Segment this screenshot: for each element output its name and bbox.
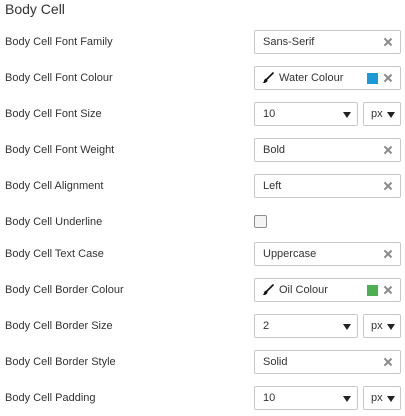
row-border-colour: Body Cell Border Colour Oil Colour — [0, 278, 405, 302]
caret-down-icon — [387, 112, 395, 118]
row-font-weight: Body Cell Font Weight Bold — [0, 138, 405, 162]
font-colour-value: Water Colour — [279, 72, 344, 84]
row-underline: Body Cell Underline — [0, 210, 405, 234]
text-case-label: Body Cell Text Case — [5, 248, 104, 260]
clear-x-icon[interactable] — [382, 355, 394, 369]
padding-value: 10 — [263, 392, 276, 404]
caret-down-icon — [343, 396, 351, 402]
row-font-size: Body Cell Font Size 10 px — [0, 102, 405, 126]
clear-x-icon[interactable] — [382, 179, 394, 193]
row-font-family: Body Cell Font Family Sans-Serif — [0, 30, 405, 54]
font-size-unit-select[interactable]: px — [363, 102, 401, 126]
alignment-input[interactable]: Left — [254, 174, 401, 198]
clear-x-icon[interactable] — [382, 247, 394, 261]
border-colour-swatch[interactable] — [367, 285, 378, 296]
text-case-value: Uppercase — [263, 248, 317, 260]
border-style-input[interactable]: Solid — [254, 350, 401, 374]
font-family-value: Sans-Serif — [263, 36, 315, 48]
font-colour-label: Body Cell Font Colour — [5, 72, 113, 84]
border-size-value: 2 — [263, 320, 270, 332]
font-family-label: Body Cell Font Family — [5, 36, 113, 48]
font-size-select[interactable]: 10 — [254, 102, 358, 126]
row-border-style: Body Cell Border Style Solid — [0, 350, 405, 374]
padding-select[interactable]: 10 — [254, 386, 358, 410]
underline-label: Body Cell Underline — [5, 216, 103, 228]
clear-x-icon[interactable] — [382, 143, 394, 157]
font-colour-swatch[interactable] — [367, 73, 378, 84]
alignment-value: Left — [263, 180, 282, 192]
caret-down-icon — [343, 324, 351, 330]
padding-label: Body Cell Padding — [5, 392, 96, 404]
font-size-value: 10 — [263, 108, 276, 120]
row-font-colour: Body Cell Font Colour Water Colour — [0, 66, 405, 90]
font-weight-value: Bold — [263, 144, 286, 156]
text-case-input[interactable]: Uppercase — [254, 242, 401, 266]
row-alignment: Body Cell Alignment Left — [0, 174, 405, 198]
paint-brush-icon — [262, 72, 274, 83]
font-family-input[interactable]: Sans-Serif — [254, 30, 401, 54]
border-colour-value: Oil Colour — [279, 284, 328, 296]
section-title: Body Cell — [5, 1, 65, 17]
font-size-unit-value: px — [371, 108, 383, 120]
row-border-size: Body Cell Border Size 2 px — [0, 314, 405, 338]
caret-down-icon — [343, 112, 351, 118]
border-colour-picker[interactable]: Oil Colour — [254, 278, 401, 302]
clear-x-icon[interactable] — [382, 283, 394, 297]
font-size-label: Body Cell Font Size — [5, 108, 102, 120]
row-padding: Body Cell Padding 10 px — [0, 386, 405, 410]
padding-unit-select[interactable]: px — [363, 386, 401, 410]
clear-x-icon[interactable] — [382, 71, 394, 85]
underline-checkbox[interactable] — [254, 215, 267, 228]
border-size-unit-select[interactable]: px — [363, 314, 401, 338]
font-colour-picker[interactable]: Water Colour — [254, 66, 401, 90]
paint-brush-icon — [262, 284, 274, 295]
font-weight-input[interactable]: Bold — [254, 138, 401, 162]
caret-down-icon — [387, 396, 395, 402]
border-style-label: Body Cell Border Style — [5, 356, 116, 368]
clear-x-icon[interactable] — [382, 35, 394, 49]
border-size-label: Body Cell Border Size — [5, 320, 113, 332]
caret-down-icon — [387, 324, 395, 330]
padding-unit-value: px — [371, 392, 383, 404]
font-weight-label: Body Cell Font Weight — [5, 144, 115, 156]
row-text-case: Body Cell Text Case Uppercase — [0, 242, 405, 266]
alignment-label: Body Cell Alignment — [5, 180, 104, 192]
border-style-value: Solid — [263, 356, 288, 368]
border-size-unit-value: px — [371, 320, 383, 332]
border-colour-label: Body Cell Border Colour — [5, 284, 124, 296]
border-size-select[interactable]: 2 — [254, 314, 358, 338]
